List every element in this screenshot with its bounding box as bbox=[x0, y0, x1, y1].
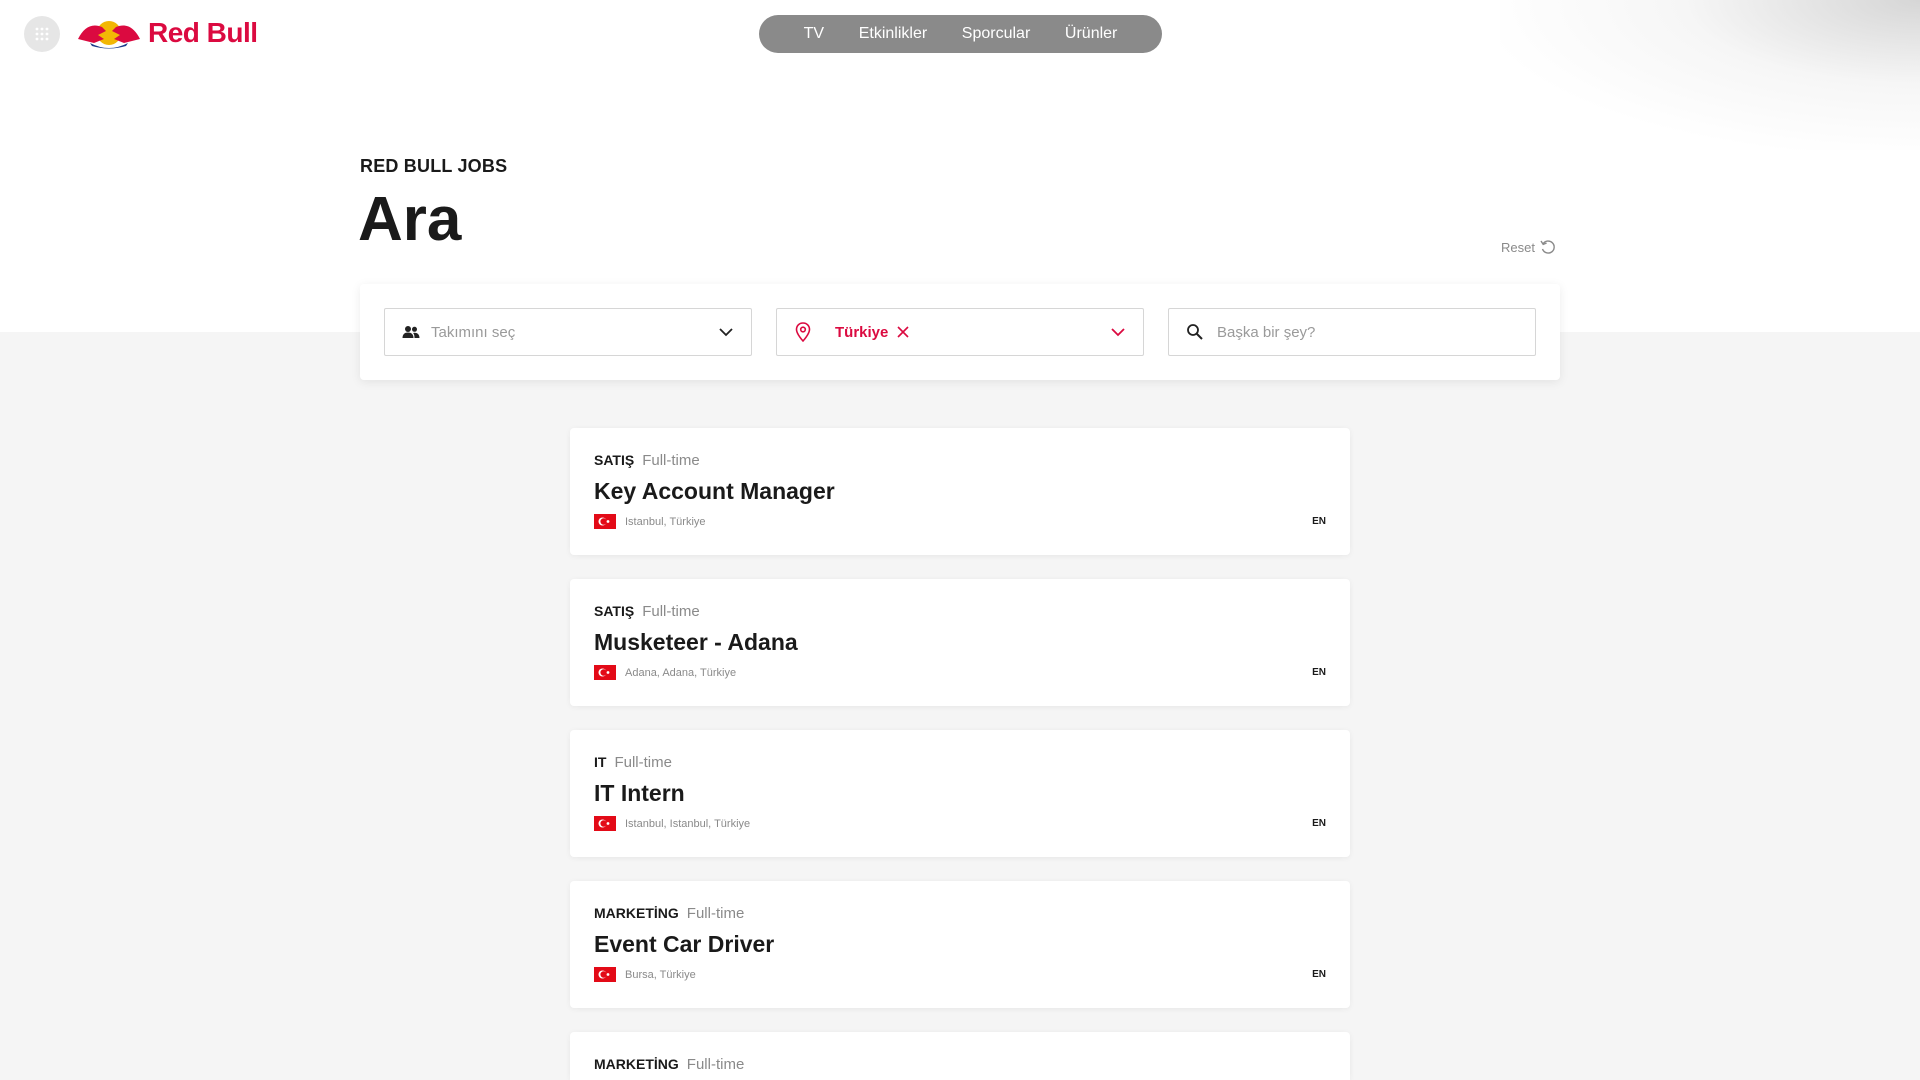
page-eyebrow: RED BULL JOBS bbox=[360, 156, 508, 176]
chevron-down-icon bbox=[719, 328, 733, 337]
job-location-text: Adana, Adana, Türkiye bbox=[625, 666, 737, 679]
job-location: Bursa, Türkiye bbox=[594, 967, 696, 982]
job-location: Istanbul, Türkiye bbox=[594, 514, 706, 529]
job-card[interactable]: MARKETİNG Full-time Event Car Driver Bur… bbox=[570, 881, 1350, 1008]
job-card[interactable]: SATIŞ Full-time Musketeer - Adana Adana,… bbox=[570, 579, 1350, 706]
job-team: SATIŞ bbox=[594, 452, 635, 468]
job-card[interactable]: SATIŞ Full-time Key Account Manager Ista… bbox=[570, 428, 1350, 555]
job-type: Full-time bbox=[642, 603, 700, 620]
job-team: MARKETİNG bbox=[594, 905, 679, 921]
reset-icon bbox=[1540, 240, 1555, 254]
job-type: Full-time bbox=[686, 905, 745, 922]
turkey-flag-icon bbox=[594, 514, 616, 529]
main-nav: TV Etkinlikler Sporcular Ürünler bbox=[759, 15, 1162, 53]
page-title: Ara bbox=[358, 185, 462, 254]
job-team: MARKETİNG bbox=[594, 1056, 679, 1072]
job-meta: MARKETİNG Full-time bbox=[594, 1056, 744, 1073]
reset-label: Reset bbox=[1501, 239, 1535, 255]
location-select[interactable]: Türkiye bbox=[776, 308, 1144, 356]
job-title[interactable]: Musketeer - Adana bbox=[594, 629, 798, 656]
job-location: Adana, Adana, Türkiye bbox=[594, 665, 736, 680]
turkey-flag-icon bbox=[594, 665, 616, 680]
filter-bar: Takımını seç Türkiye bbox=[360, 284, 1560, 380]
remove-filter-icon[interactable] bbox=[896, 325, 910, 339]
job-language: EN bbox=[1312, 667, 1326, 678]
job-language: EN bbox=[1312, 818, 1326, 829]
keyword-search-input[interactable] bbox=[1217, 323, 1519, 341]
job-card[interactable]: MARKETİNG Full-time bbox=[570, 1032, 1350, 1080]
job-meta: SATIŞ Full-time bbox=[594, 452, 700, 469]
logo-wordmark: Red Bull bbox=[148, 17, 258, 48]
job-card[interactable]: IT Full-time IT Intern Istanbul, Istanbu… bbox=[570, 730, 1350, 857]
job-title[interactable]: IT Intern bbox=[594, 780, 685, 807]
location-chip: Türkiye bbox=[835, 324, 1109, 341]
bulls-emblem-icon bbox=[78, 21, 140, 49]
job-location-text: Bursa, Türkiye bbox=[625, 968, 696, 981]
search-icon bbox=[1185, 322, 1205, 342]
job-type: Full-time bbox=[686, 1056, 745, 1073]
job-team: IT bbox=[594, 754, 607, 770]
nav-item-tv[interactable]: TV bbox=[804, 25, 824, 43]
location-chip-label: Türkiye bbox=[835, 323, 889, 341]
reset-button[interactable]: Reset bbox=[1501, 238, 1557, 256]
site-header: Red Bull TV Etkinlikler Sporcular Ürünle… bbox=[0, 0, 1920, 68]
job-language: EN bbox=[1312, 516, 1326, 527]
job-language: EN bbox=[1312, 969, 1326, 980]
job-meta: SATIŞ Full-time bbox=[594, 603, 700, 620]
team-select-placeholder: Takımını seç bbox=[431, 323, 516, 341]
job-type: Full-time bbox=[642, 452, 700, 469]
nav-item-urunler[interactable]: Ürünler bbox=[1065, 25, 1117, 43]
job-location: Istanbul, Istanbul, Türkiye bbox=[594, 816, 750, 831]
apps-menu-button[interactable] bbox=[24, 16, 60, 52]
turkey-flag-icon bbox=[594, 967, 616, 982]
chevron-down-icon bbox=[1111, 328, 1125, 337]
people-icon bbox=[401, 322, 421, 342]
job-meta: MARKETİNG Full-time bbox=[594, 905, 744, 922]
nav-item-etkinlikler[interactable]: Etkinlikler bbox=[859, 25, 927, 43]
job-location-text: Istanbul, Istanbul, Türkiye bbox=[625, 817, 751, 830]
grid-icon bbox=[35, 27, 49, 41]
job-meta: IT Full-time bbox=[594, 754, 672, 771]
team-select[interactable]: Takımını seç bbox=[384, 308, 752, 356]
job-title[interactable]: Event Car Driver bbox=[594, 931, 774, 958]
job-type: Full-time bbox=[614, 754, 672, 771]
location-pin-icon bbox=[793, 322, 813, 342]
turkey-flag-icon bbox=[594, 816, 616, 831]
red-bull-logo[interactable]: Red Bull bbox=[76, 12, 258, 54]
job-team: SATIŞ bbox=[594, 603, 635, 619]
job-title[interactable]: Key Account Manager bbox=[594, 478, 835, 505]
job-location-text: Istanbul, Türkiye bbox=[625, 515, 706, 528]
nav-item-sporcular[interactable]: Sporcular bbox=[962, 25, 1030, 43]
keyword-search-field[interactable] bbox=[1168, 308, 1536, 356]
